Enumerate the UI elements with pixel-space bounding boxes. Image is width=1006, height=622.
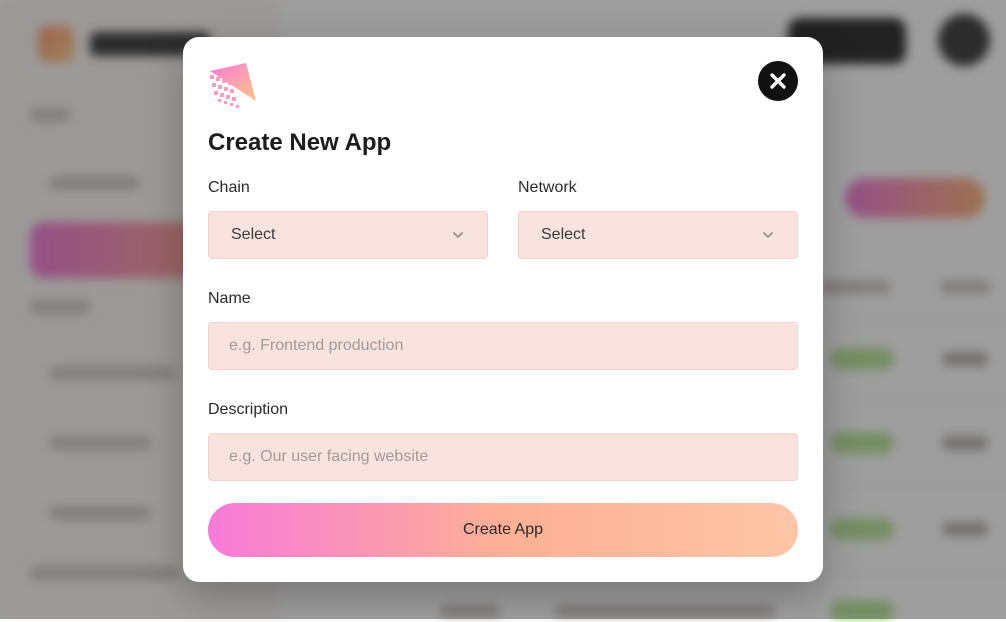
chain-label: Chain [208, 179, 250, 196]
network-label: Network [518, 179, 577, 196]
create-app-button[interactable]: Create App [208, 503, 798, 557]
name-input[interactable] [208, 322, 798, 370]
close-icon [769, 72, 787, 90]
chevron-down-icon [451, 228, 465, 242]
description-label: Description [208, 401, 289, 418]
chain-select[interactable]: Select [208, 211, 488, 259]
chain-select-value: Select [231, 226, 276, 243]
create-app-modal: Create New App Chain Select Network Sele… [183, 37, 823, 582]
app-logo-icon [208, 61, 258, 111]
modal-title: Create New App [208, 129, 392, 156]
name-label: Name [208, 290, 251, 307]
description-input[interactable] [208, 433, 798, 481]
network-select[interactable]: Select [518, 211, 798, 259]
network-select-value: Select [541, 226, 586, 243]
close-button[interactable] [758, 61, 798, 101]
chevron-down-icon [761, 228, 775, 242]
